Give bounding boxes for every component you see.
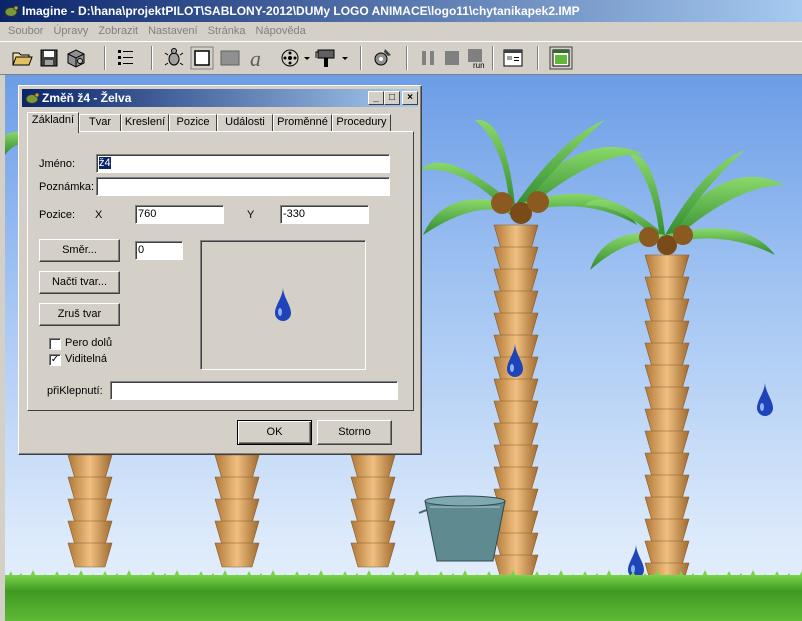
visible-checkbox[interactable]: ✓ xyxy=(49,354,61,366)
rect-outline-icon[interactable] xyxy=(190,46,214,70)
tab-tvar[interactable]: Tvar xyxy=(79,114,121,131)
menu-napoveda[interactable]: Nápověda xyxy=(251,22,311,41)
stop-icon[interactable] xyxy=(440,46,464,70)
trunk-left-2 xyxy=(214,454,260,568)
pen-down-label: Pero dolů xyxy=(65,337,113,349)
pause-icon[interactable] xyxy=(416,46,440,70)
dialog-titlebar[interactable]: Změň ž4 - Želva _ □ × xyxy=(22,89,418,107)
tab-promenne[interactable]: Proměnné xyxy=(273,114,332,131)
grass-ground xyxy=(5,575,802,621)
menu-nastaveni[interactable]: Nastavení xyxy=(143,22,203,41)
y-field[interactable]: -330 xyxy=(280,205,369,224)
tab-udalosti[interactable]: Události xyxy=(217,114,273,131)
toolbar-separator xyxy=(360,46,362,70)
text-a-icon[interactable]: a xyxy=(246,46,270,70)
turtle-icon[interactable] xyxy=(162,46,186,70)
rect-fill-icon[interactable] xyxy=(218,46,242,70)
save-icon[interactable] xyxy=(37,46,61,70)
tab-kresleni[interactable]: Kreslení xyxy=(121,114,169,131)
x-label: X xyxy=(95,209,103,221)
svg-text:a: a xyxy=(250,46,261,70)
menu-zobrazit[interactable]: Zobrazit xyxy=(93,22,143,41)
package-icon[interactable] xyxy=(64,46,88,70)
toolbar-separator xyxy=(104,46,106,70)
gear-icon[interactable] xyxy=(370,46,394,70)
dialog-title: Změň ž4 - Želva xyxy=(42,91,132,105)
layout-icon[interactable] xyxy=(114,46,138,70)
window-titlebar: Imagine - D:\hana\projektPILOT\SABLONY-2… xyxy=(0,0,802,22)
name-label: Jméno: xyxy=(39,158,76,170)
tab-pozice[interactable]: Pozice xyxy=(169,114,217,131)
shape-preview xyxy=(200,240,366,370)
bucket xyxy=(418,495,506,562)
fullscreen-icon[interactable] xyxy=(549,46,573,70)
direction-field[interactable]: 0 xyxy=(135,241,183,260)
run-icon[interactable]: run xyxy=(464,46,488,70)
open-icon[interactable] xyxy=(10,46,34,70)
cancel-button[interactable]: Storno xyxy=(317,420,392,445)
trunk-left-3 xyxy=(350,454,396,568)
trunk-left-1 xyxy=(67,454,113,568)
water-drop-icon[interactable] xyxy=(505,341,525,381)
toolbar-separator xyxy=(406,46,408,70)
tab-zakladni[interactable]: Základní xyxy=(27,112,79,133)
water-drop-icon[interactable] xyxy=(755,380,775,420)
toolbar-separator xyxy=(537,46,539,70)
menu-bar: Soubor Úpravy Zobrazit Nastavení Stránka Nápo… xyxy=(0,22,802,41)
visible-label: Viditelná xyxy=(65,353,107,365)
maximize-button[interactable]: □ xyxy=(384,91,400,105)
x-field[interactable]: 760 xyxy=(135,205,224,224)
turtle-icon xyxy=(25,92,40,104)
water-drop-icon xyxy=(275,287,291,321)
paint-icon[interactable] xyxy=(314,46,350,70)
tab-procedury[interactable]: Procedury xyxy=(332,114,391,131)
turtle-properties-dialog: Změň ž4 - Želva _ □ × Základní Tvar Kres… xyxy=(18,85,422,455)
ok-button[interactable]: OK xyxy=(237,420,312,445)
toolbar-separator xyxy=(151,46,153,70)
name-field[interactable]: ž4 xyxy=(96,154,390,173)
clear-shape-button[interactable]: Zruš tvar xyxy=(39,303,120,326)
close-button[interactable]: × xyxy=(402,91,418,105)
film-icon[interactable] xyxy=(276,46,312,70)
window-title: Imagine - D:\hana\projektPILOT\SABLONY-2… xyxy=(22,4,580,18)
menu-soubor[interactable]: Soubor xyxy=(0,22,48,41)
load-shape-button[interactable]: Načti tvar... xyxy=(39,271,120,294)
pen-down-checkbox[interactable] xyxy=(49,338,61,350)
toolbar-separator xyxy=(492,46,494,70)
menu-upravy[interactable]: Úpravy xyxy=(48,22,93,41)
name-value: ž4 xyxy=(99,157,111,169)
run-label: run xyxy=(473,61,485,70)
click-label: přiKlepnutí: xyxy=(47,385,103,397)
page-settings-icon[interactable] xyxy=(501,46,525,70)
toolbar: a run xyxy=(0,41,802,75)
minimize-button[interactable]: _ xyxy=(368,91,384,105)
position-label: Pozice: xyxy=(39,209,76,221)
menu-stranka[interactable]: Stránka xyxy=(203,22,251,41)
note-field[interactable] xyxy=(96,177,390,196)
imagine-app-icon xyxy=(3,5,19,19)
direction-button[interactable]: Směr... xyxy=(39,239,120,262)
y-label: Y xyxy=(247,209,255,221)
click-field[interactable] xyxy=(110,381,398,400)
note-label: Poznámka: xyxy=(39,181,95,193)
palm-tree-2 xyxy=(585,150,785,588)
